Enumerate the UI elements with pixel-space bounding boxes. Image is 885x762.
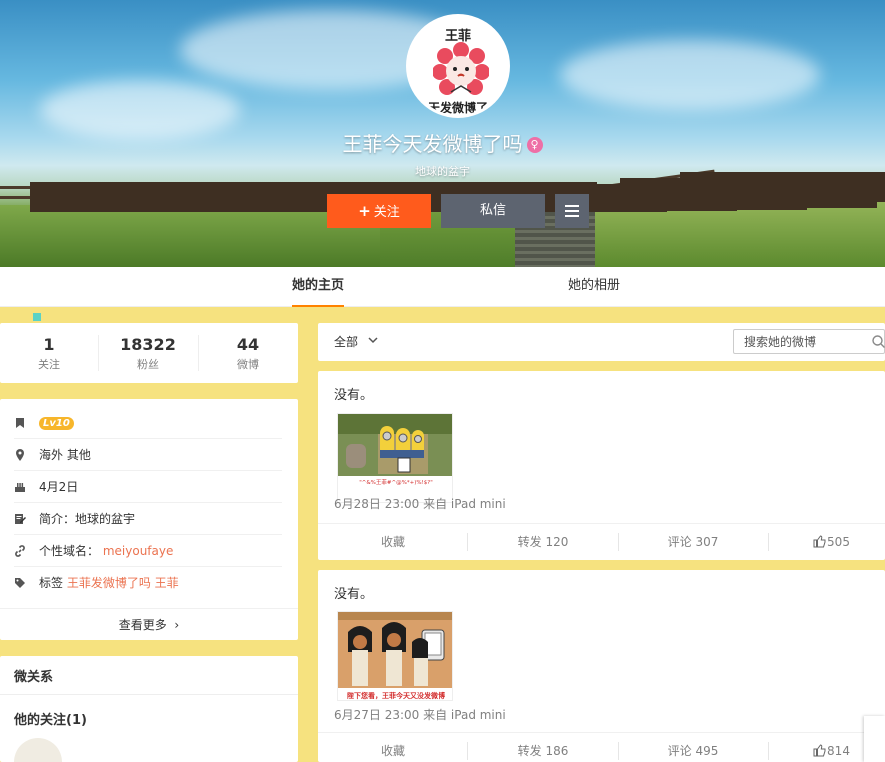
birthday-text: 4月2日 (39, 480, 79, 494)
profile-cover: 王菲 天发微博了 王菲今天发微博了吗 ♀ 地球的盆宇 + 关注 私信 (0, 0, 885, 267)
collect-button[interactable]: 收藏 (318, 524, 468, 560)
chevron-right-icon: › (174, 618, 180, 632)
location-pin-icon (16, 449, 24, 461)
profile-intro: 地球的盆宇 (415, 165, 470, 178)
see-more-link[interactable]: 查看更多 › (0, 608, 298, 640)
repost-button[interactable]: 转发 186 (468, 733, 618, 762)
profile-info-card: Lv10 海外 其他 4月2日 简介：地球的盆宇 个性域名： meiyoufay… (0, 399, 298, 640)
bio-label: 简介： (39, 512, 76, 526)
image-caption: "^&%王菲#^@%*+)%!$?" (359, 478, 432, 486)
divider (0, 694, 298, 695)
tags-link[interactable]: 王菲发微博了吗 王菲 (67, 576, 179, 590)
stats-card: 1 关注 18322 粉丝 44 微博 (0, 323, 298, 383)
info-location: 海外 其他 (14, 439, 282, 471)
cloud (560, 40, 820, 110)
divider (768, 742, 769, 760)
edit-icon (15, 514, 26, 524)
filter-all[interactable]: 全部 (334, 323, 358, 361)
divider (768, 533, 769, 551)
cake-icon (15, 483, 25, 492)
stat-label: 关注 (38, 358, 60, 371)
post-image[interactable]: 陛下您看，王菲今天又没发微博 (337, 611, 453, 701)
username: 王菲今天发微博了吗 (342, 132, 523, 156)
image-caption: 陛下您看，王菲今天又没发微博 (347, 691, 445, 700)
menu-icon (565, 205, 579, 207)
bookmark-icon (16, 418, 24, 428)
like-button[interactable]: 505 (778, 524, 885, 560)
stat-label: 粉丝 (137, 358, 159, 371)
following-title[interactable]: 他的关注(1) (14, 709, 87, 728)
search-box (733, 329, 885, 354)
post-text: 没有。 (334, 388, 374, 403)
repost-button[interactable]: 转发 120 (468, 524, 618, 560)
flower-icon (433, 42, 489, 95)
grass-left (0, 205, 380, 267)
domain-link[interactable]: meiyoufaye (103, 544, 174, 558)
relations-card: 微关系 他的关注(1) (0, 656, 298, 762)
stat-number: 44 (236, 335, 260, 354)
search-icon[interactable] (872, 335, 885, 348)
profile-tabs: 她的主页 她的相册 (0, 267, 885, 307)
collect-button[interactable]: 收藏 (318, 733, 468, 762)
info-level: Lv10 (14, 407, 282, 439)
link-icon (15, 545, 25, 557)
level-badge[interactable]: Lv10 (39, 417, 74, 430)
location-text: 海外 其他 (39, 448, 91, 462)
tab-album[interactable]: 她的相册 (568, 267, 620, 307)
username-row: 王菲今天发微博了吗 ♀ (0, 128, 885, 157)
chevron-down-icon[interactable] (368, 336, 378, 344)
info-bio: 简介：地球的盆宇 (14, 503, 282, 535)
post-actions: 收藏 转发 120 评论 307 505 (318, 523, 885, 559)
feed-post: 没有。 "^&%王菲#^@%*+)%!$?" 6月28日 23:00 来自 iP… (318, 371, 885, 560)
post-meta: 6月27日 23:00 来自 iPad mini (334, 708, 506, 722)
stat-number: 18322 (120, 335, 176, 354)
domain-label: 个性域名： (39, 544, 100, 558)
egyptian-painting-image: 陛下您看，王菲今天又没发微博 (338, 612, 452, 700)
post-image[interactable]: "^&%王菲#^@%*+)%!$?" (337, 413, 453, 503)
post-text: 没有。 (334, 587, 374, 602)
floating-panel-edge[interactable] (864, 716, 885, 762)
tag-icon (15, 578, 25, 588)
comment-button[interactable]: 评论 307 (618, 524, 768, 560)
info-domain: 个性域名： meiyoufaye (14, 535, 282, 567)
info-tags: 标签 王菲发微博了吗 王菲 (14, 567, 282, 599)
stat-label: 微博 (237, 358, 259, 371)
like-count: 505 (827, 535, 850, 549)
stat-following[interactable]: 1 关注 (0, 323, 98, 383)
bio-text: 地球的盆宇 (75, 512, 136, 526)
stat-number: 1 (43, 335, 55, 354)
post-actions: 收藏 转发 186 评论 495 814 (318, 732, 885, 762)
thumbs-up-icon (813, 535, 826, 548)
avatar-text-bottom: 天发微博了 (427, 101, 488, 115)
menu-icon (565, 210, 579, 212)
followed-user-avatar[interactable] (14, 738, 62, 762)
follow-button[interactable]: + 关注 (327, 194, 431, 228)
info-birthday: 4月2日 (14, 471, 282, 503)
minions-image: "^&%王菲#^@%*+)%!$?" (338, 414, 452, 502)
search-input[interactable] (734, 330, 869, 353)
decoration-square (33, 313, 41, 321)
feed-filter-bar: 全部 (318, 323, 885, 361)
female-icon: ♀ (526, 137, 543, 153)
avatar[interactable]: 王菲 天发微博了 (406, 14, 510, 118)
tags-label: 标签 (39, 576, 64, 590)
plus-icon: + (358, 202, 371, 220)
relations-title: 微关系 (14, 670, 54, 685)
tab-home[interactable]: 她的主页 (292, 267, 345, 307)
follow-label: 关注 (373, 205, 400, 220)
message-button[interactable]: 私信 (441, 194, 545, 228)
stat-weibo[interactable]: 44 微博 (199, 323, 297, 383)
like-count: 814 (827, 744, 850, 758)
comment-button[interactable]: 评论 495 (618, 733, 768, 762)
more-menu-button[interactable] (555, 194, 589, 228)
see-more-label: 查看更多 (118, 618, 167, 632)
menu-icon (565, 215, 579, 217)
feed-post: 没有。 陛下您看，王菲今天又没发微博 6月27日 23:00 来自 iPad m… (318, 570, 885, 762)
thumbs-up-icon (813, 744, 826, 757)
stat-fans[interactable]: 18322 粉丝 (99, 323, 197, 383)
post-meta: 6月28日 23:00 来自 iPad mini (334, 497, 506, 511)
